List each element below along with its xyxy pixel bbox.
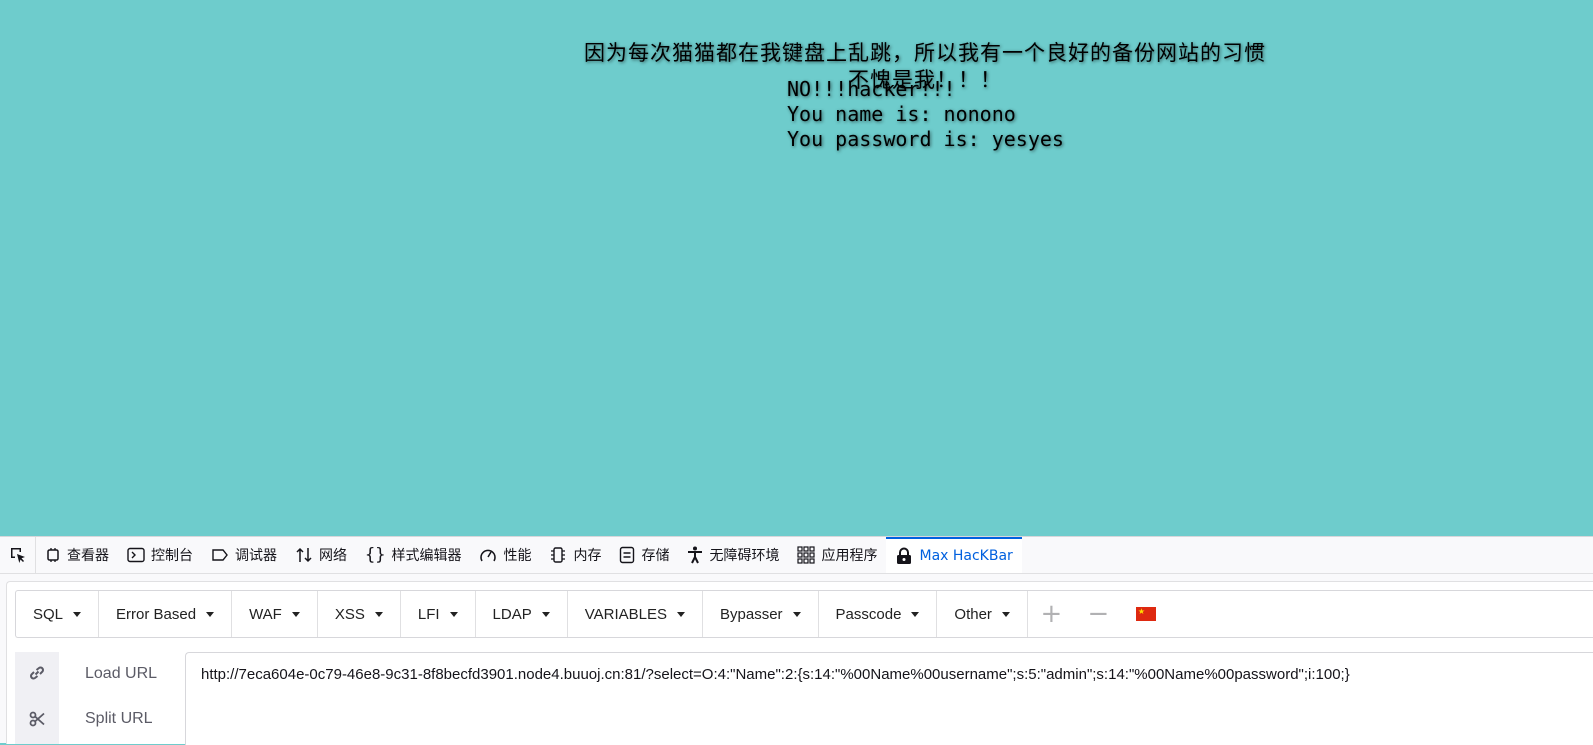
link-icon[interactable] (27, 663, 47, 683)
hackbar-sidebar (15, 652, 59, 744)
result-line-hacker: NO!!!hacker!!! (787, 77, 956, 101)
menu-other[interactable]: Other (937, 591, 1028, 637)
tab-label: 应用程序 (821, 548, 878, 564)
split-url-button[interactable]: Split URL (85, 710, 153, 728)
caret-down-icon (206, 612, 215, 617)
storage-icon (620, 546, 635, 564)
menu-label: LDAP (492, 605, 532, 623)
result-line-name: You name is: nonono (787, 102, 1016, 126)
tab-label: 存储 (641, 548, 670, 564)
menu-sql[interactable]: SQL (16, 591, 100, 637)
caret-down-icon (1001, 612, 1010, 617)
network-icon (296, 547, 312, 563)
menu-label: Other (954, 605, 992, 623)
tab-memory[interactable]: 内存 (540, 537, 610, 573)
result-output: NO!!!hacker!!! You name is: nonono You pas… (787, 77, 1064, 152)
hackbar-menubar: SQL Error Based WAF XSS LFI LDAP VARIABL… (15, 590, 1593, 638)
style-editor-icon: {} (365, 545, 386, 565)
scissors-icon[interactable] (27, 709, 47, 729)
url-value: http://7eca604e-0c79-46e8-9c31-8f8becfd3… (201, 666, 1350, 683)
tab-application[interactable]: 应用程序 (788, 537, 886, 573)
caret-down-icon (374, 612, 383, 617)
menu-label: Error Based (116, 605, 197, 623)
menu-label: SQL (33, 605, 64, 623)
tab-storage[interactable]: 存储 (610, 537, 678, 573)
hackbar-action-labels: Load URL Split URL (59, 652, 185, 744)
application-icon (797, 546, 816, 564)
menu-bypasser[interactable]: Bypasser (703, 591, 819, 637)
caret-down-icon (677, 612, 685, 617)
element-picker-icon[interactable] (0, 537, 36, 573)
hackbar-panel: SQL Error Based WAF XSS LFI LDAP VARIABL… (6, 581, 1593, 745)
tab-label: 内存 (573, 548, 602, 564)
tab-label: 无障碍环境 (709, 548, 780, 564)
tab-label: Max HacKBar (919, 548, 1013, 564)
tab-console[interactable]: 控制台 (118, 537, 202, 573)
devtools-panel: 查看器 控制台 调试器 网络 {} 样式编辑器 性能 内存 存储 无障碍环境 应… (0, 536, 1593, 745)
caret-down-icon (541, 612, 550, 617)
tab-label: 性能 (503, 548, 532, 564)
tab-network[interactable]: 网络 (286, 537, 356, 573)
china-flag-icon[interactable]: ★ (1135, 607, 1156, 621)
devtools-tabbar: 查看器 控制台 调试器 网络 {} 样式编辑器 性能 内存 存储 无障碍环境 应… (0, 537, 1593, 574)
tab-inspector[interactable]: 查看器 (36, 537, 118, 573)
load-url-button[interactable]: Load URL (85, 665, 157, 683)
caret-down-icon (449, 612, 458, 617)
menu-xss[interactable]: XSS (318, 591, 401, 637)
tab-debugger[interactable]: 调试器 (202, 537, 286, 573)
tab-style-editor[interactable]: {} 样式编辑器 (356, 537, 470, 573)
menu-label: XSS (334, 605, 365, 623)
accessibility-icon (688, 546, 703, 564)
menu-label: WAF (249, 605, 282, 623)
tab-label: 调试器 (235, 548, 277, 564)
tab-label: 网络 (319, 548, 347, 564)
plus-button[interactable]: + (1028, 591, 1075, 637)
menu-passcode[interactable]: Passcode (819, 591, 938, 637)
tab-performance[interactable]: 性能 (470, 537, 540, 573)
performance-icon (480, 549, 497, 562)
memory-icon (551, 547, 566, 563)
result-line-password: You password is: yesyes (787, 127, 1064, 151)
caret-down-icon (291, 612, 300, 617)
console-icon (127, 547, 145, 563)
tab-accessibility[interactable]: 无障碍环境 (678, 537, 788, 573)
menu-lfi[interactable]: LFI (401, 591, 476, 637)
tab-label: 控制台 (151, 548, 193, 564)
menu-label: VARIABLES (584, 605, 667, 623)
caret-down-icon (911, 612, 920, 617)
menu-error-based[interactable]: Error Based (99, 591, 233, 637)
menu-label: Bypasser (720, 605, 783, 623)
tab-max-hackbar[interactable]: Max HacKBar (886, 537, 1022, 573)
url-textarea[interactable]: http://7eca604e-0c79-46e8-9c31-8f8becfd3… (185, 652, 1593, 745)
hackbar-lock-icon (897, 547, 912, 564)
minus-button[interactable]: − (1075, 591, 1122, 637)
menu-variables[interactable]: VARIABLES (568, 591, 703, 637)
menu-waf[interactable]: WAF (232, 591, 318, 637)
menu-ldap[interactable]: LDAP (476, 591, 568, 637)
tab-label: 查看器 (67, 548, 109, 564)
menu-label: LFI (417, 605, 440, 623)
caret-down-icon (73, 612, 82, 617)
caret-down-icon (792, 612, 801, 617)
inspector-icon (47, 548, 59, 562)
web-page-content: 因为每次猫猫都在我键盘上乱跳，所以我有一个良好的备份网站的习惯 不愧是我！！！ … (0, 0, 1593, 536)
debugger-icon (212, 549, 228, 561)
menu-label: Passcode (835, 605, 902, 623)
banner-line-1: 因为每次猫猫都在我键盘上乱跳，所以我有一个良好的备份网站的习惯 (584, 41, 1266, 65)
tab-label: 样式编辑器 (391, 548, 462, 564)
